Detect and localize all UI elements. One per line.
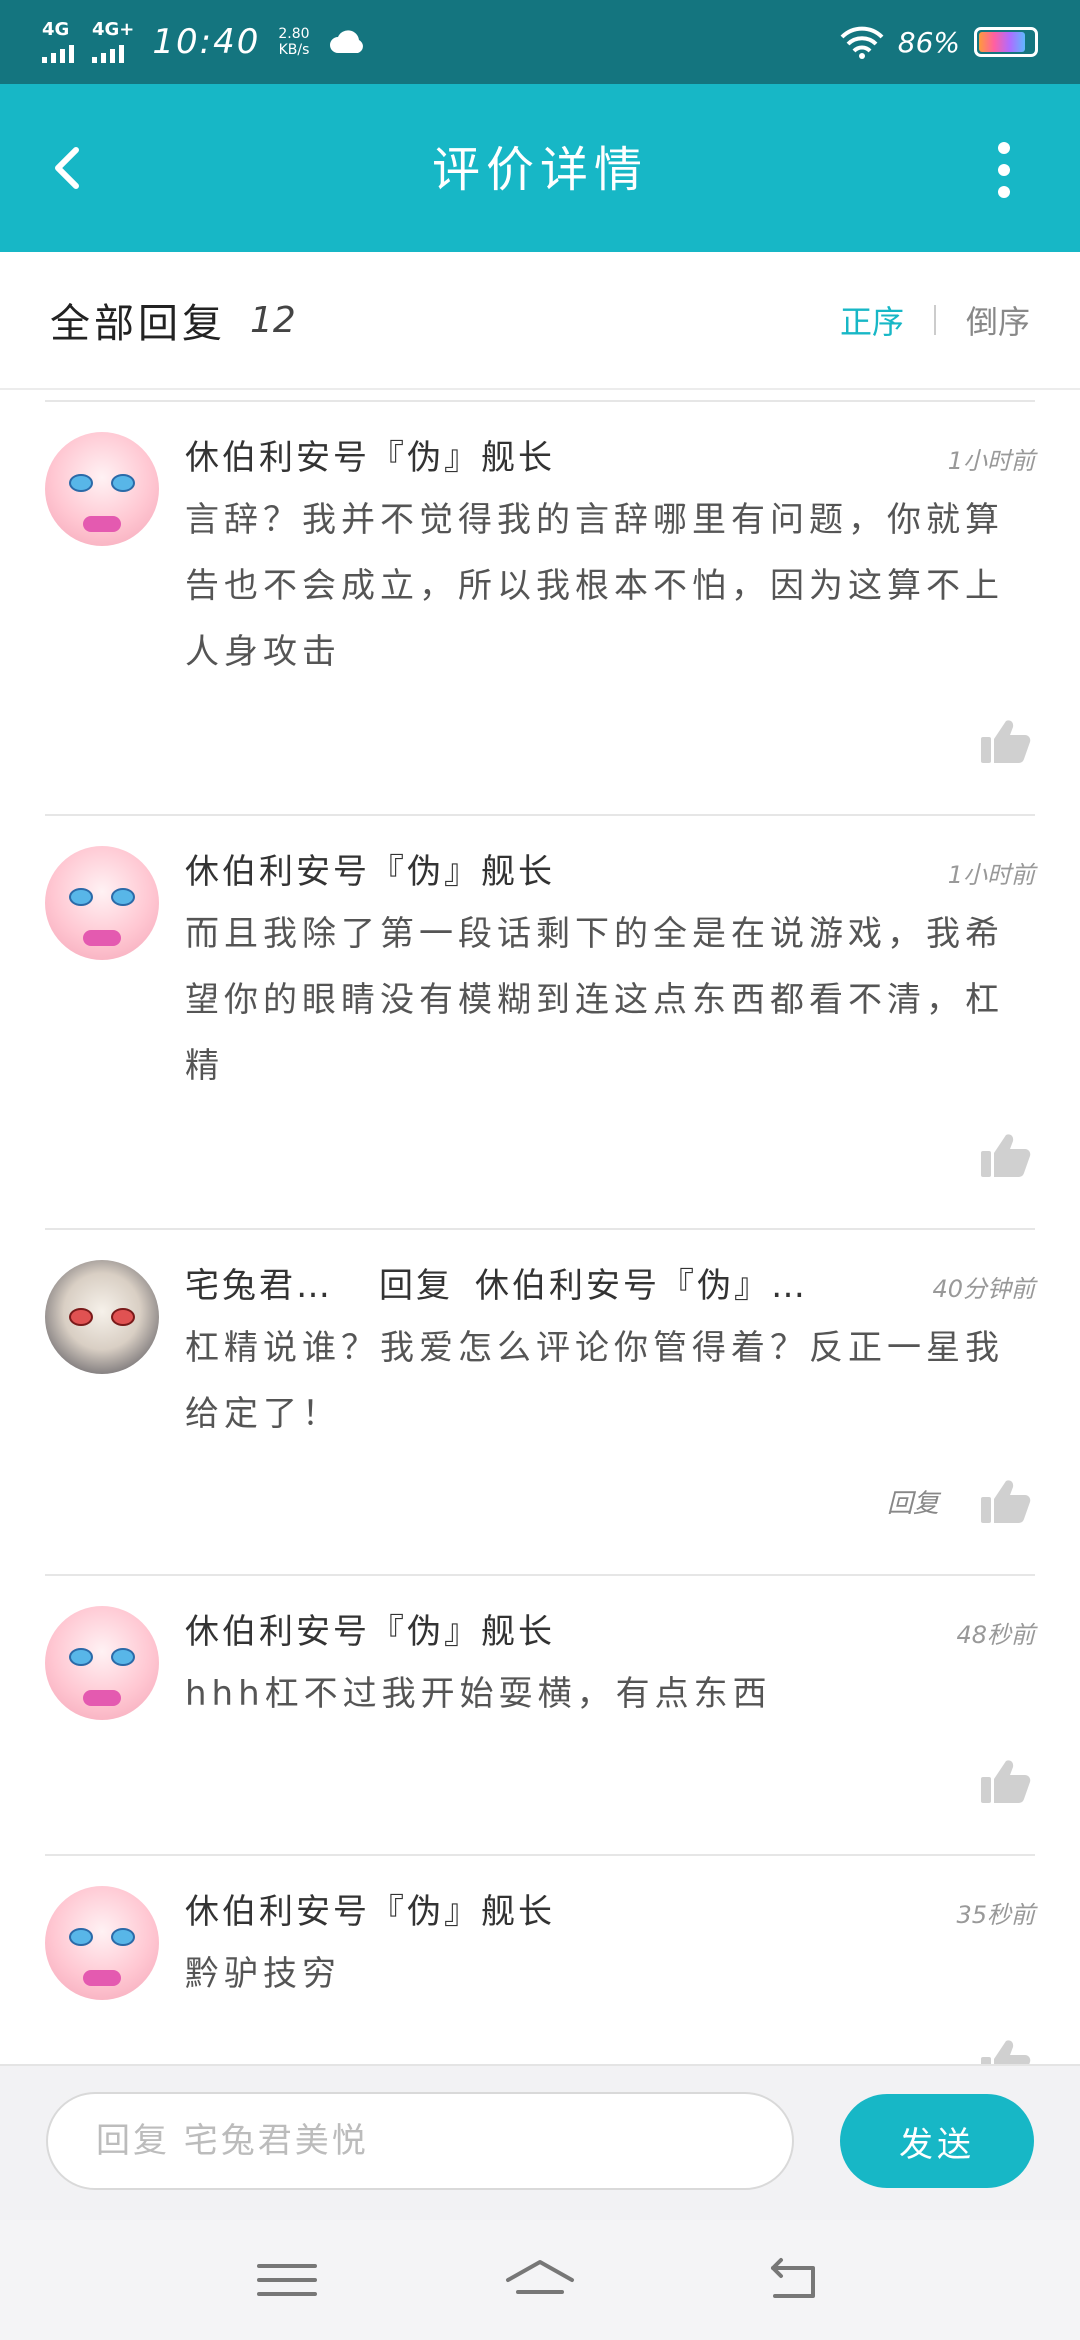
avatar[interactable] <box>45 846 159 960</box>
cloud-icon <box>329 30 363 53</box>
comment-item: 宅兔君… 回复 休伯利安号『伪』… 40分钟前 杠精说谁？我爱怎么评论你管得着？… <box>45 1228 1035 1574</box>
thumbs-up-icon[interactable] <box>979 1131 1031 1179</box>
reply-button[interactable]: 回复 <box>887 1483 939 1520</box>
battery-percent: 86% <box>897 25 960 59</box>
reply-count: 12 <box>250 299 296 341</box>
battery-icon <box>974 27 1038 57</box>
comment-time: 40分钟前 <box>932 1275 1035 1303</box>
comment-text: 杠精说谁？我爱怎么评论你管得着？反正一星我给定了！ <box>185 1328 1004 1434</box>
system-nav-bar <box>0 2220 1080 2340</box>
comment-text: 黔驴技穷 <box>185 1954 341 1994</box>
comment-time: 35秒前 <box>956 1901 1035 1929</box>
comment-text: 而且我除了第一段话剩下的全是在说游戏，我希望你的眼睛没有模糊到连这点东西都看不清… <box>185 914 1004 1086</box>
network-type-2: 4G+ <box>92 19 135 40</box>
clock: 10:40 <box>152 22 261 62</box>
comment-time: 48秒前 <box>956 1621 1035 1649</box>
network-speed: 2.80 KB/s <box>278 26 309 58</box>
wifi-icon <box>840 26 884 59</box>
sort-desc-button[interactable]: 倒序 <box>966 297 1030 343</box>
comment-item: 休伯利安号『伪』舰长 1小时前 而且我除了第一段话剩下的全是在说游戏，我希望你的… <box>45 814 1035 1228</box>
avatar[interactable] <box>45 1606 159 1720</box>
avatar[interactable] <box>45 432 159 546</box>
reply-summary-bar: 全部回复 12 正序 倒序 <box>0 252 1080 390</box>
comment-list[interactable]: 休伯利安号『伪』舰长 1小时前 言辞？我并不觉得我的言辞哪里有问题，你就算告也不… <box>0 400 1080 2064</box>
avatar[interactable] <box>45 1260 159 1374</box>
comment-author[interactable]: 休伯利安号『伪』舰长 <box>185 1604 555 1653</box>
comment-item: 休伯利安号『伪』舰长 1小时前 言辞？我并不觉得我的言辞哪里有问题，你就算告也不… <box>45 400 1035 814</box>
reply-indicator: 回复 <box>379 1266 453 1306</box>
send-button[interactable]: 发送 <box>840 2094 1034 2188</box>
comment-item: 休伯利安号『伪』舰长 48秒前 hhh杠不过我开始耍横，有点东西 <box>45 1574 1035 1854</box>
comment-author[interactable]: 休伯利安号『伪』舰长 <box>185 430 555 479</box>
signal-icon-2: 4G+ <box>92 21 134 63</box>
comment-author[interactable]: 宅兔君… <box>185 1258 333 1307</box>
reply-target[interactable]: 休伯利安号『伪』… <box>475 1258 808 1307</box>
network-type-1: 4G <box>42 19 70 40</box>
speed-value: 2.80 <box>278 26 310 42</box>
home-icon[interactable] <box>500 2250 580 2310</box>
menu-icon[interactable] <box>247 2250 327 2310</box>
comment-author[interactable]: 休伯利安号『伪』舰长 <box>185 1884 555 1933</box>
comment-author[interactable]: 休伯利安号『伪』舰长 <box>185 844 555 893</box>
comment-text: 言辞？我并不觉得我的言辞哪里有问题，你就算告也不会成立，所以我根本不怕，因为这算… <box>185 500 1004 672</box>
thumbs-up-icon[interactable] <box>979 2037 1031 2064</box>
sort-asc-button[interactable]: 正序 <box>840 297 904 343</box>
reply-input-bar: 发送 <box>0 2064 1080 2220</box>
thumbs-up-icon[interactable] <box>979 1757 1031 1805</box>
status-bar: 4G 4G+ 10:40 2.80 KB/s 86% <box>0 0 1080 84</box>
sort-divider <box>933 305 936 335</box>
sort-toggle: 正序 倒序 <box>840 297 1030 343</box>
all-replies-label: 全部回复 <box>50 301 226 347</box>
signal-icon: 4G <box>42 21 74 63</box>
comment-time: 1小时前 <box>947 861 1035 889</box>
app-header: 评价详情 <box>0 84 1080 252</box>
thumbs-up-icon[interactable] <box>979 1477 1031 1525</box>
comment-text: hhh杠不过我开始耍横，有点东西 <box>185 1674 772 1714</box>
reply-input[interactable] <box>46 2092 794 2190</box>
page-title: 评价详情 <box>431 142 648 198</box>
speed-unit: KB/s <box>278 42 310 58</box>
comment-time: 1小时前 <box>947 447 1035 475</box>
more-vertical-icon[interactable] <box>992 142 1016 198</box>
thumbs-up-icon[interactable] <box>979 717 1031 765</box>
comment-item: 休伯利安号『伪』舰长 35秒前 黔驴技穷 <box>45 1854 1035 2064</box>
back-icon[interactable] <box>753 2250 833 2310</box>
avatar[interactable] <box>45 1886 159 2000</box>
